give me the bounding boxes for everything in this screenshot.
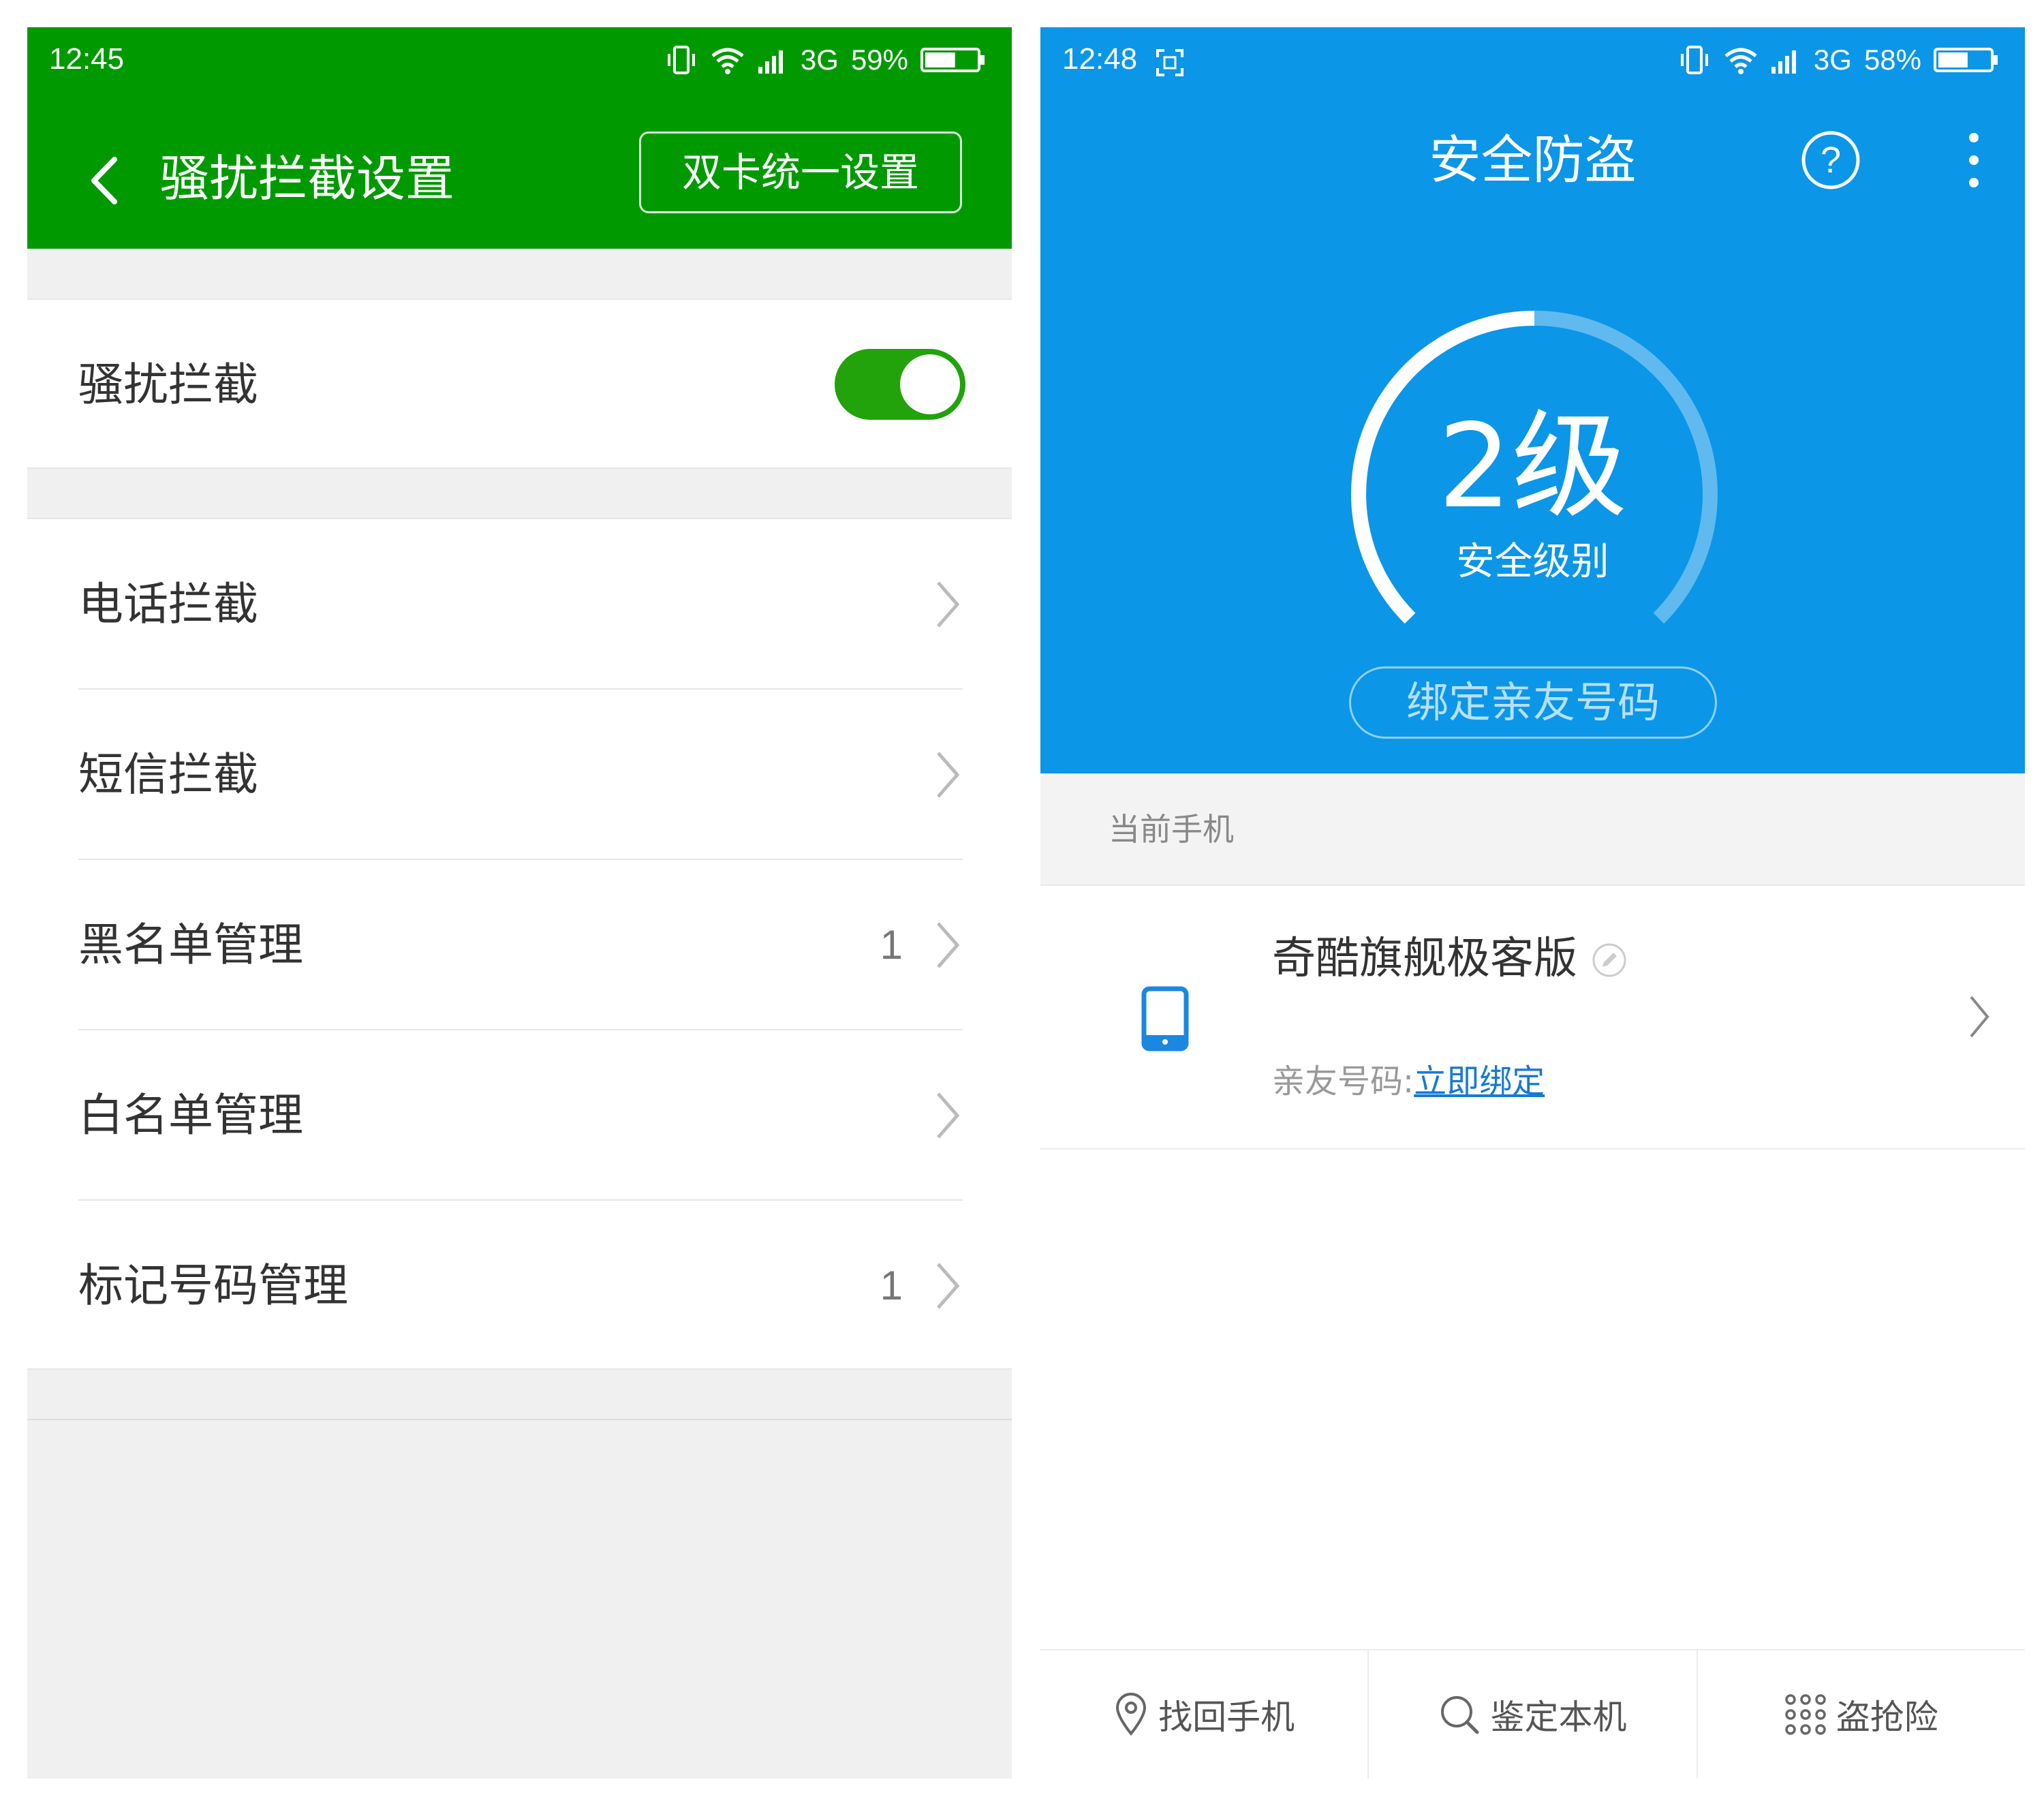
list-item[interactable]: 黑名单管理 1: [27, 860, 1012, 1030]
page-title: 安全防盗: [1429, 129, 1637, 190]
vibrate-icon: [1680, 46, 1708, 74]
page-title: 骚扰拦截设置: [160, 150, 455, 207]
help-icon[interactable]: ?: [1800, 129, 1861, 191]
list-item[interactable]: 白名单管理: [27, 1030, 1012, 1201]
network-type: 3G: [800, 44, 839, 76]
list-item[interactable]: 短信拦截: [27, 690, 1012, 860]
current-device-row[interactable]: 奇酷旗舰极客版 亲友号码:立即绑定: [1040, 887, 2025, 1150]
nav-theft-insurance[interactable]: 盗抢险: [1696, 1650, 2025, 1779]
settings-list: 电话拦截 短信拦截 黑名单管理 1 白名单管理 标记号码管理 1: [27, 518, 1012, 1370]
security-level: 2级: [1438, 399, 1628, 534]
battery-icon: [1934, 48, 1998, 72]
nav-label: 找回手机: [1158, 1697, 1295, 1737]
status-time: 12:48: [1062, 42, 1138, 76]
harass-block-row[interactable]: 骚扰拦截: [27, 300, 1012, 470]
nav-find-phone[interactable]: 找回手机: [1040, 1650, 1367, 1779]
status-time: 12:45: [49, 42, 125, 76]
chevron-right-icon: [1970, 996, 1989, 1038]
list-item-label: 黑名单管理: [78, 919, 303, 971]
screenshot-icon: [1156, 49, 1183, 76]
svg-text:?: ?: [1821, 140, 1841, 181]
status-icons: 3G 59%: [664, 41, 986, 79]
signal-icon: [758, 50, 783, 74]
status-bar: 12:45 3G 59%: [27, 27, 1012, 95]
status-bar: 12:48 3G 58%: [1040, 27, 2025, 95]
list-item[interactable]: 电话拦截: [27, 519, 1012, 690]
left-screen: 12:45 3G 59% 骚扰拦截设置 双卡统一设置 骚扰拦截 电话拦截 短信拦…: [27, 27, 1012, 1779]
bind-friend-number-button[interactable]: 绑定亲友号码: [1349, 666, 1717, 739]
list-item-label: 标记号码管理: [78, 1259, 348, 1312]
friend-number-line: 亲友号码:立即绑定: [1272, 1058, 1545, 1105]
signal-icon: [1771, 50, 1796, 74]
list-item-count: 1: [880, 922, 903, 968]
harass-block-card: 骚扰拦截: [27, 298, 1012, 469]
phone-device-icon: [1141, 986, 1189, 1051]
harass-block-label: 骚扰拦截: [78, 358, 258, 411]
right-screen: 12:48 3G 58% 安全防盗 ? 2级 安全级别 绑定亲友号码 当前手机 …: [1040, 27, 2025, 1779]
chevron-right-icon: [937, 581, 960, 628]
left-app-header: 12:45 3G 59% 骚扰拦截设置 双卡统一设置: [27, 27, 1012, 249]
list-item-count: 1: [880, 1263, 903, 1308]
chevron-right-icon: [937, 922, 960, 968]
chevron-right-icon: [937, 1092, 960, 1139]
network-type: 3G: [1813, 44, 1852, 76]
bind-now-link[interactable]: 立即绑定: [1414, 1062, 1545, 1101]
divider: [27, 1419, 1012, 1420]
dual-sim-settings-button[interactable]: 双卡统一设置: [639, 132, 962, 213]
search-icon: [1441, 1696, 1479, 1734]
nav-label: 盗抢险: [1836, 1697, 1938, 1737]
chevron-right-icon: [937, 752, 960, 798]
vibrate-icon: [667, 46, 695, 74]
list-item-label: 白名单管理: [78, 1089, 303, 1141]
section-header: 当前手机: [1040, 773, 2025, 886]
section-title: 当前手机: [1109, 811, 1234, 848]
nav-label: 鉴定本机: [1490, 1697, 1627, 1737]
grid-icon: [1785, 1694, 1826, 1735]
status-icons: 3G 58%: [1677, 41, 1999, 79]
nav-verify-device[interactable]: 鉴定本机: [1367, 1650, 1696, 1779]
toggle-knob: [900, 354, 960, 414]
right-app-header: 12:48 3G 58% 安全防盗 ? 2级 安全级别 绑定亲友号码: [1040, 27, 2025, 773]
chevron-right-icon: [937, 1263, 960, 1309]
battery-percent: 58%: [1863, 44, 1921, 76]
battery-icon: [920, 48, 985, 72]
more-vertical-icon[interactable]: [1964, 129, 1984, 191]
back-arrow-icon[interactable]: [82, 150, 129, 211]
edit-pencil-icon[interactable]: [1591, 942, 1628, 979]
friend-number-label: 亲友号码:: [1272, 1062, 1414, 1101]
list-item-label: 电话拦截: [78, 578, 258, 630]
location-pin-icon: [1116, 1693, 1147, 1736]
device-name: 奇酷旗舰极客版: [1272, 934, 1577, 984]
security-level-label: 安全级别: [1456, 540, 1609, 584]
wifi-icon: [711, 48, 744, 74]
list-item-label: 短信拦截: [78, 748, 258, 801]
list-item[interactable]: 标记号码管理 1: [27, 1201, 1012, 1371]
bottom-nav: 找回手机 鉴定本机 盗抢险: [1040, 1649, 2025, 1779]
wifi-icon: [1724, 48, 1757, 74]
battery-percent: 59%: [850, 44, 908, 76]
harass-block-toggle[interactable]: [835, 349, 965, 420]
